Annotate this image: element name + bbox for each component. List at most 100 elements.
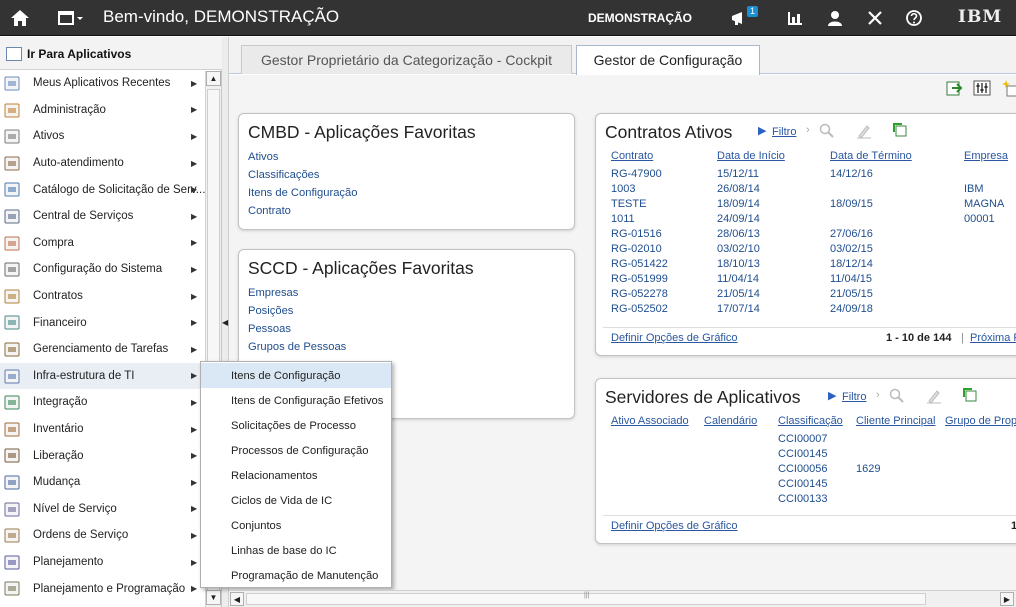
menu-item-6[interactable]: Compra ▶ [0, 230, 204, 257]
servers-header-1[interactable]: Calendário [704, 415, 757, 427]
scroll-right-button[interactable]: ▶ [1000, 592, 1014, 606]
menu-item-label: Gerenciamento de Tarefas [33, 343, 169, 356]
chevron-right-icon: ▶ [191, 530, 198, 540]
contracts-cell[interactable]: RG-052502 [611, 303, 668, 315]
contracts-header-3[interactable]: Empresa [964, 150, 1008, 162]
next-page-link[interactable]: Próxima P [970, 332, 1016, 344]
menu-item-10[interactable]: Gerenciamento de Tarefas ▶ [0, 336, 204, 363]
search-icon[interactable] [889, 388, 904, 403]
contracts-cell[interactable]: 1003 [611, 183, 635, 195]
search-icon[interactable] [819, 123, 834, 138]
sccd-link-0[interactable]: Empresas [248, 287, 298, 299]
scroll-up-button[interactable]: ▲ [206, 71, 221, 86]
applications-menu-icon[interactable] [58, 10, 84, 26]
financial-icon [4, 315, 20, 330]
sign-out-icon[interactable] [866, 9, 884, 27]
servers-header-2[interactable]: Classificação [778, 415, 843, 427]
contracts-icon [4, 289, 20, 304]
menu-item-14[interactable]: Liberação ▶ [0, 442, 204, 469]
servers-filter-link[interactable]: Filtro [842, 391, 866, 403]
cmbd-link-2[interactable]: Itens de Configuração [248, 187, 357, 199]
contracts-cell[interactable]: RG-01516 [611, 228, 662, 240]
clear-filter-icon[interactable] [856, 123, 872, 139]
submenu-item-4[interactable]: Relacionamentos [201, 463, 391, 488]
contracts-header-0[interactable]: Contrato [611, 150, 653, 162]
contracts-cell[interactable]: RG-051422 [611, 258, 668, 270]
help-icon[interactable] [905, 9, 923, 27]
contracts-chart-options-link[interactable]: Definir Opções de Gráfico [611, 332, 738, 344]
servers-cell[interactable]: CCI00056 [778, 463, 828, 475]
filter-arrow-icon[interactable]: ▶ [758, 124, 766, 137]
servers-header-3[interactable]: Cliente Principal [856, 415, 935, 427]
collapse-arrow-icon[interactable]: ◀ [222, 318, 228, 327]
home-icon[interactable] [10, 9, 30, 27]
menu-item-9[interactable]: Financeiro ▶ [0, 309, 204, 336]
servers-header-0[interactable]: Ativo Associado [611, 415, 689, 427]
contracts-cell[interactable]: RG-02010 [611, 243, 662, 255]
menu-item-13[interactable]: Inventário ▶ [0, 416, 204, 443]
contracts-cell[interactable]: 1011 [611, 213, 635, 225]
contracts-header-2[interactable]: Data de Término [830, 150, 912, 162]
contracts-cell[interactable]: RG-051999 [611, 273, 668, 285]
refresh-icon[interactable] [892, 122, 908, 138]
horizontal-scrollbar[interactable]: ◀ ||| ▶ [229, 590, 1016, 607]
scroll-left-button[interactable]: ◀ [230, 592, 244, 606]
contracts-cell[interactable]: RG-052278 [611, 288, 668, 300]
refresh-icon[interactable] [962, 387, 978, 403]
servers-cell[interactable]: CCI00145 [778, 448, 828, 460]
menu-item-11[interactable]: Infra-estrutura de TI ▶ [0, 362, 204, 390]
inventory-icon [4, 422, 20, 437]
menu-item-8[interactable]: Contratos ▶ [0, 283, 204, 310]
submenu-item-1[interactable]: Itens de Configuração Efetivos [201, 388, 391, 413]
submenu-item-2[interactable]: Solicitações de Processo [201, 413, 391, 438]
menu-item-1[interactable]: Administração ▶ [0, 97, 204, 124]
submenu-item-6[interactable]: Conjuntos [201, 513, 391, 538]
menu-item-3[interactable]: Auto-atendimento ▶ [0, 150, 204, 177]
servers-cell[interactable]: CCI00007 [778, 433, 828, 445]
submenu-item-5[interactable]: Ciclos de Vida de IC [201, 488, 391, 513]
clear-filter-icon[interactable] [926, 388, 942, 404]
contracts-cell: 14/12/16 [830, 168, 873, 180]
contracts-filter-link[interactable]: Filtro [772, 126, 796, 138]
menu-item-16[interactable]: Nível de Serviço ▶ [0, 496, 204, 523]
sccd-link-2[interactable]: Pessoas [248, 323, 291, 335]
submenu-item-0[interactable]: Itens de Configuração [201, 363, 391, 388]
menu-item-18[interactable]: Planejamento ▶ [0, 549, 204, 576]
cmbd-link-0[interactable]: Ativos [248, 151, 278, 163]
servers-header-4[interactable]: Grupo de Propr [945, 415, 1016, 427]
menu-item-5[interactable]: Central de Serviços ▶ [0, 203, 204, 230]
menu-item-12[interactable]: Integração ▶ [0, 389, 204, 416]
add-portlet-icon[interactable] [1001, 79, 1016, 97]
menu-item-15[interactable]: Mudança ▶ [0, 469, 204, 496]
go-to-applications-header: Ir Para Aplicativos [0, 37, 222, 70]
submenu-item-8[interactable]: Programação de Manutenção [201, 563, 391, 588]
profile-icon[interactable] [826, 9, 844, 27]
cmbd-link-1[interactable]: Classificações [248, 169, 320, 181]
menu-item-0[interactable]: Meus Aplicativos Recentes ▶ [0, 70, 204, 97]
menu-item-4[interactable]: Catálogo de Solicitação de Serv... ▶ [0, 176, 205, 203]
submenu-item-3[interactable]: Processos de Configuração [201, 438, 391, 463]
menu-item-7[interactable]: Configuração do Sistema ▶ [0, 256, 204, 283]
contracts-cell[interactable]: TESTE [611, 198, 646, 210]
filter-arrow-icon[interactable]: ▶ [828, 389, 836, 402]
reports-icon[interactable] [786, 9, 804, 27]
contracts-cell[interactable]: RG-47900 [611, 168, 662, 180]
servers-cell[interactable]: CCI00145 [778, 478, 828, 490]
servers-chart-options-link[interactable]: Definir Opções de Gráfico [611, 520, 738, 532]
submenu-item-7[interactable]: Linhas de base do IC [201, 538, 391, 563]
scroll-down-button[interactable]: ▼ [206, 590, 221, 605]
export-icon[interactable] [945, 79, 963, 97]
user-name[interactable]: DEMONSTRAÇÃO [588, 11, 692, 25]
contracts-header-1[interactable]: Data de Início [717, 150, 785, 162]
sccd-link-3[interactable]: Grupos de Pessoas [248, 341, 346, 353]
cmbd-link-3[interactable]: Contrato [248, 205, 291, 217]
settings-sliders-icon[interactable] [973, 79, 991, 97]
bulletin-board-icon[interactable] [730, 9, 748, 27]
menu-item-19[interactable]: Planejamento e Programação ▶ [0, 575, 204, 602]
tab-category-owner-cockpit[interactable]: Gestor Proprietário da Categorização - C… [241, 45, 572, 74]
menu-item-2[interactable]: Ativos ▶ [0, 123, 204, 150]
servers-cell[interactable]: CCI00133 [778, 493, 828, 505]
menu-item-17[interactable]: Ordens de Serviço ▶ [0, 522, 204, 549]
sccd-link-1[interactable]: Posições [248, 305, 293, 317]
tab-configuration-manager[interactable]: Gestor de Configuração [576, 45, 760, 75]
